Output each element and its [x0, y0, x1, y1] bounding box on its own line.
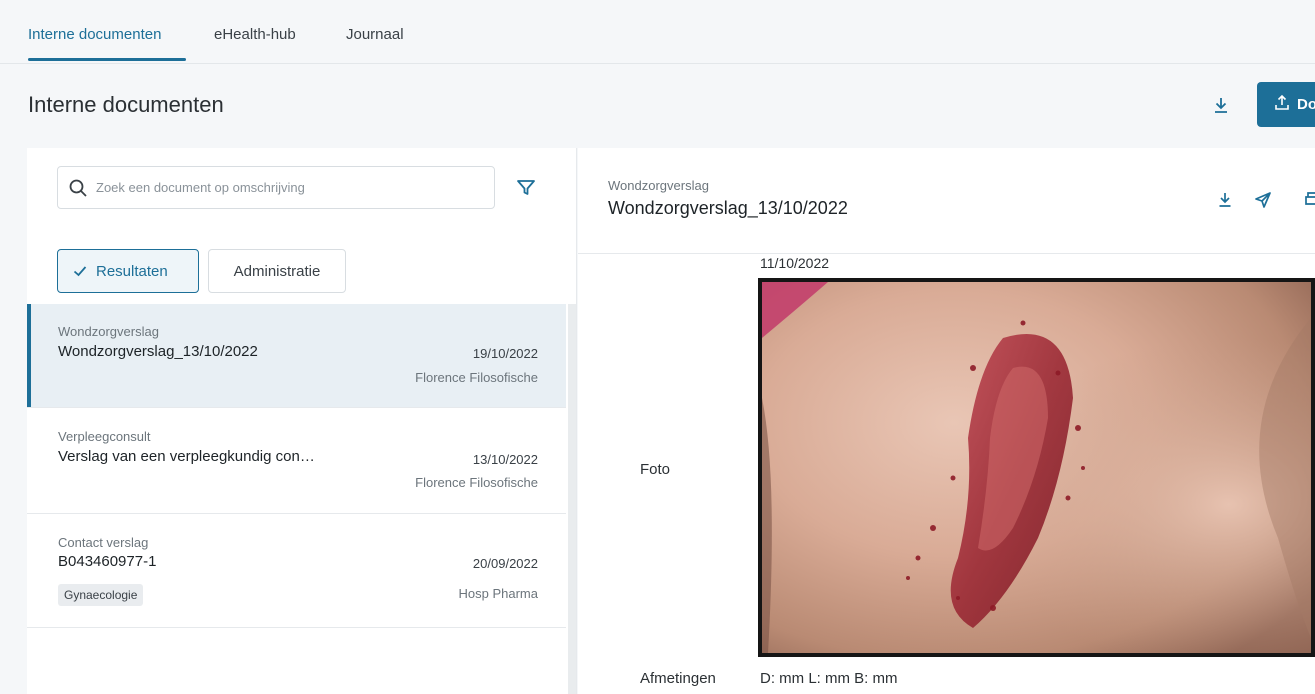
- list-item[interactable]: Wondzorgverslag Wondzorgverslag_13/10/20…: [27, 304, 566, 408]
- filter-administratie-label: Administratie: [233, 262, 321, 280]
- document-category: Wondzorgverslag: [58, 324, 159, 339]
- photo-label: Foto: [640, 461, 671, 478]
- document-list: Wondzorgverslag Wondzorgverslag_13/10/20…: [27, 304, 566, 694]
- filter-resultaten-label: Resultaten: [96, 262, 168, 280]
- list-scrollbar[interactable]: [568, 304, 576, 694]
- search-box: [57, 166, 495, 209]
- wound-photo: [758, 278, 1315, 657]
- document-detail-panel: Wondzorgverslag Wondzorgverslag_13/10/20…: [578, 148, 1315, 694]
- page-title: Interne documenten: [28, 92, 224, 117]
- document-author: Hosp Pharma: [458, 586, 538, 601]
- upload-icon: [1273, 94, 1291, 116]
- send-icon[interactable]: [1253, 190, 1273, 210]
- filter-administratie-button[interactable]: Administratie: [208, 249, 346, 293]
- document-date: 20/09/2022: [472, 556, 538, 571]
- tab-interne-documenten[interactable]: Interne documenten: [28, 26, 161, 43]
- search-icon: [69, 179, 87, 197]
- measurements-label: Afmetingen: [640, 670, 716, 687]
- print-icon[interactable]: [1302, 190, 1315, 210]
- photo-date: 11/10/2022: [760, 255, 830, 271]
- download-icon[interactable]: [1210, 94, 1232, 116]
- upload-button-label: Do: [1297, 96, 1315, 113]
- tab-bar: Interne documenten eHealth-hub Journaal: [0, 0, 1315, 64]
- document-author: Florence Filosofische: [415, 475, 538, 490]
- document-date: 13/10/2022: [472, 452, 538, 467]
- tab-journaal[interactable]: Journaal: [346, 26, 404, 43]
- department-badge: Gynaecologie: [58, 584, 144, 606]
- active-tab-indicator: [28, 58, 186, 61]
- check-icon: [73, 266, 87, 277]
- document-category: Verpleegconsult: [58, 429, 151, 444]
- list-item[interactable]: Verpleegconsult Verslag van een verpleeg…: [27, 408, 566, 514]
- document-title: B043460977-1: [58, 553, 157, 570]
- detail-title: Wondzorgverslag_13/10/2022: [608, 198, 848, 218]
- document-list-panel: Resultaten Administratie Wondzorgverslag…: [27, 148, 577, 694]
- filter-icon[interactable]: [515, 176, 537, 198]
- list-item[interactable]: Contact verslag B043460977-1 20/09/2022 …: [27, 514, 566, 628]
- document-title: Verslag van een verpleegkundig con…: [58, 448, 315, 465]
- download-icon[interactable]: [1215, 190, 1235, 210]
- filter-resultaten-button[interactable]: Resultaten: [57, 249, 199, 293]
- selection-indicator: [27, 304, 31, 407]
- tab-ehealth-hub[interactable]: eHealth-hub: [214, 26, 296, 43]
- measurements-value: D: mm L: mm B: mm: [760, 670, 898, 687]
- document-author: Florence Filosofische: [415, 370, 538, 385]
- document-title: Wondzorgverslag_13/10/2022: [58, 343, 258, 360]
- detail-header: Wondzorgverslag Wondzorgverslag_13/10/20…: [578, 148, 1315, 254]
- upload-document-button[interactable]: Do: [1257, 82, 1315, 127]
- document-category: Contact verslag: [58, 535, 149, 550]
- document-date: 19/10/2022: [472, 346, 538, 361]
- search-input[interactable]: [96, 180, 476, 195]
- detail-category: Wondzorgverslag: [608, 178, 709, 193]
